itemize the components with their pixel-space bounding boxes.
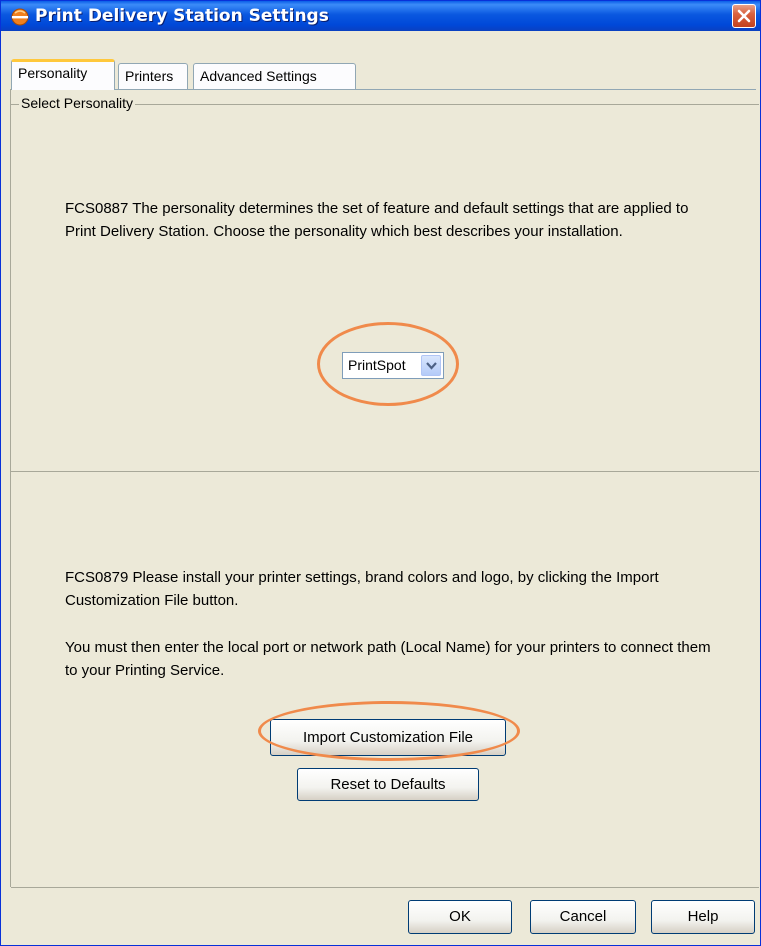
orange-disc-icon xyxy=(11,8,29,26)
close-x-icon xyxy=(737,9,751,23)
tab-advanced-settings[interactable]: Advanced Settings xyxy=(193,63,356,89)
chevron-down-icon xyxy=(426,362,437,370)
tab-label: Printers xyxy=(125,68,174,84)
tab-personality[interactable]: Personality xyxy=(11,59,115,90)
import-customization-file-button[interactable]: Import Customization File xyxy=(270,719,506,756)
reset-to-defaults-button[interactable]: Reset to Defaults xyxy=(297,768,479,801)
close-button[interactable] xyxy=(732,4,756,28)
window-title: Print Delivery Station Settings xyxy=(35,6,329,26)
personality-description: FCS0887 The personality determines the s… xyxy=(65,200,689,240)
local-name-instructions: You must then enter the local port or ne… xyxy=(65,639,711,679)
tab-printers[interactable]: Printers xyxy=(118,63,188,89)
personality-select[interactable]: PrintSpot xyxy=(342,352,444,379)
group-title: Select Personality xyxy=(19,95,136,111)
customization-instructions: FCS0879 Please install your printer sett… xyxy=(65,569,659,609)
dropdown-arrow-button[interactable] xyxy=(421,355,441,376)
help-button[interactable]: Help xyxy=(651,900,755,934)
settings-window: Print Delivery Station Settings Personal… xyxy=(0,0,761,946)
tab-panel-border xyxy=(11,89,756,90)
personality-select-value: PrintSpot xyxy=(348,357,406,373)
tab-label: Advanced Settings xyxy=(200,68,317,84)
section-divider xyxy=(11,471,759,472)
tab-label: Personality xyxy=(18,65,88,81)
title-bar[interactable]: Print Delivery Station Settings xyxy=(1,1,760,31)
panel-left-border xyxy=(10,89,11,887)
ok-button[interactable]: OK xyxy=(408,900,512,934)
cancel-button[interactable]: Cancel xyxy=(530,900,636,934)
footer-separator xyxy=(11,887,759,888)
